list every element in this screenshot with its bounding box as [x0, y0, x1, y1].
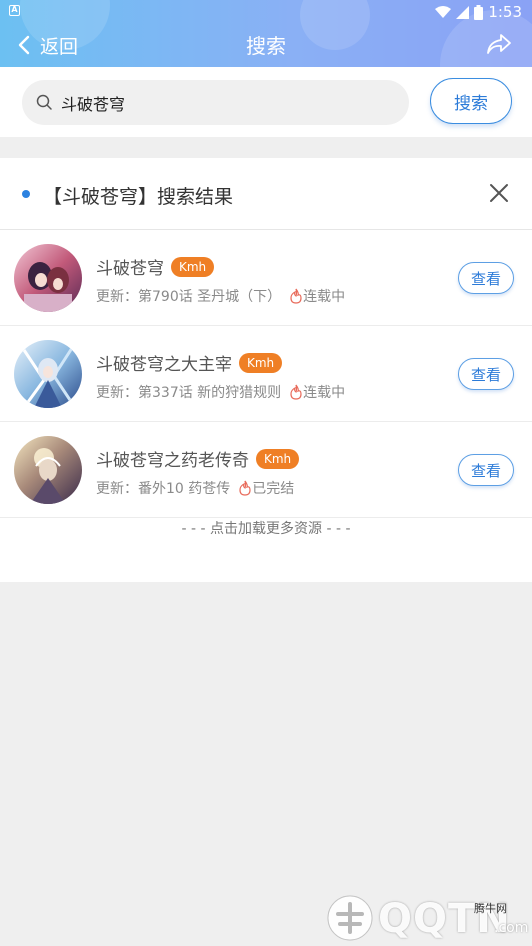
latest-chapter: 更新：番外10 药苍传: [96, 481, 231, 497]
watermark-logo-icon: [327, 895, 373, 941]
results-title: 【斗破苍穹】搜索结果: [43, 186, 234, 208]
source-badge: Kmh: [171, 256, 215, 277]
site-watermark: QQTN 腾牛网 .com: [322, 890, 532, 946]
load-more-link[interactable]: - - - 点击加载更多资源 - - -: [0, 518, 532, 538]
status-text: 已完结: [252, 481, 295, 497]
latest-chapter: 更新：第337话 新的狩猎规则: [96, 385, 282, 401]
bullet-dot: [22, 190, 30, 198]
result-item[interactable]: 斗破苍穹 Kmh 更新：第790话 圣丹城（下） 连载中 查看: [0, 230, 532, 326]
share-arrow-icon[interactable]: [486, 32, 512, 56]
view-button[interactable]: 查看: [458, 454, 514, 486]
flame-icon: [290, 288, 302, 304]
status-bar: A 1:53: [0, 0, 532, 24]
update-info: 更新：第790话 圣丹城（下） 连载中: [96, 286, 345, 306]
source-badge: Kmh: [239, 352, 283, 373]
comic-title: 斗破苍穹之大主宰: [96, 355, 232, 375]
cell-signal-icon: [456, 5, 470, 19]
comic-title: 斗破苍穹之药老传奇: [96, 451, 249, 471]
result-item[interactable]: 斗破苍穹之大主宰 Kmh 更新：第337话 新的狩猎规则 连载中 查看: [0, 326, 532, 422]
title-row: 斗破苍穹 Kmh: [96, 254, 215, 279]
page-title: 搜索: [246, 34, 286, 58]
source-badge: Kmh: [256, 448, 300, 469]
watermark-suffix: .com: [494, 920, 529, 936]
navigation-bar: 返回 搜索: [0, 24, 532, 67]
result-item[interactable]: 斗破苍穹之药老传奇 Kmh 更新：番外10 药苍传 已完结 查看: [0, 422, 532, 518]
serial-status: 连载中: [289, 382, 345, 402]
flame-icon: [239, 480, 251, 496]
close-icon[interactable]: [488, 182, 510, 204]
clock: 1:53: [488, 3, 522, 21]
search-query: 斗破苍穹: [61, 94, 126, 114]
comic-cover-image: [14, 340, 82, 408]
flame-icon: [290, 384, 302, 400]
update-info: 更新：第337话 新的狩猎规则 连载中: [96, 382, 345, 402]
status-text: 连载中: [303, 385, 346, 401]
title-row: 斗破苍穹之大主宰 Kmh: [96, 350, 283, 375]
comic-title: 斗破苍穹: [96, 259, 164, 279]
serial-status: 连载中: [289, 286, 345, 306]
status-indicators: 1:53: [435, 3, 522, 21]
latest-chapter: 更新：第790话 圣丹城（下）: [96, 289, 282, 305]
view-button[interactable]: 查看: [458, 262, 514, 294]
update-info: 更新：番外10 药苍传 已完结: [96, 478, 294, 498]
search-section: 斗破苍穹 搜索: [0, 67, 532, 137]
comic-cover-image: [14, 436, 82, 504]
app-notification-icon: A: [9, 5, 20, 16]
title-row: 斗破苍穹之药老传奇 Kmh: [96, 446, 300, 471]
search-input[interactable]: 斗破苍穹: [22, 80, 409, 125]
serial-status: 已完结: [238, 478, 294, 498]
search-button[interactable]: 搜索: [430, 78, 512, 124]
status-text: 连载中: [303, 289, 346, 305]
watermark-subtext: 腾牛网: [474, 902, 507, 915]
wifi-icon: [435, 5, 452, 18]
search-icon: [36, 94, 52, 110]
battery-icon: [474, 4, 484, 20]
view-button[interactable]: 查看: [458, 358, 514, 390]
top-app-bar: A 1:53 返回 搜索: [0, 0, 532, 67]
results-header: 【斗破苍穹】搜索结果: [0, 158, 532, 230]
search-results-panel: 【斗破苍穹】搜索结果 斗破苍穹 Kmh 更新：第790话 圣丹城（下） 连载中 …: [0, 158, 532, 582]
comic-cover-image: [14, 244, 82, 312]
